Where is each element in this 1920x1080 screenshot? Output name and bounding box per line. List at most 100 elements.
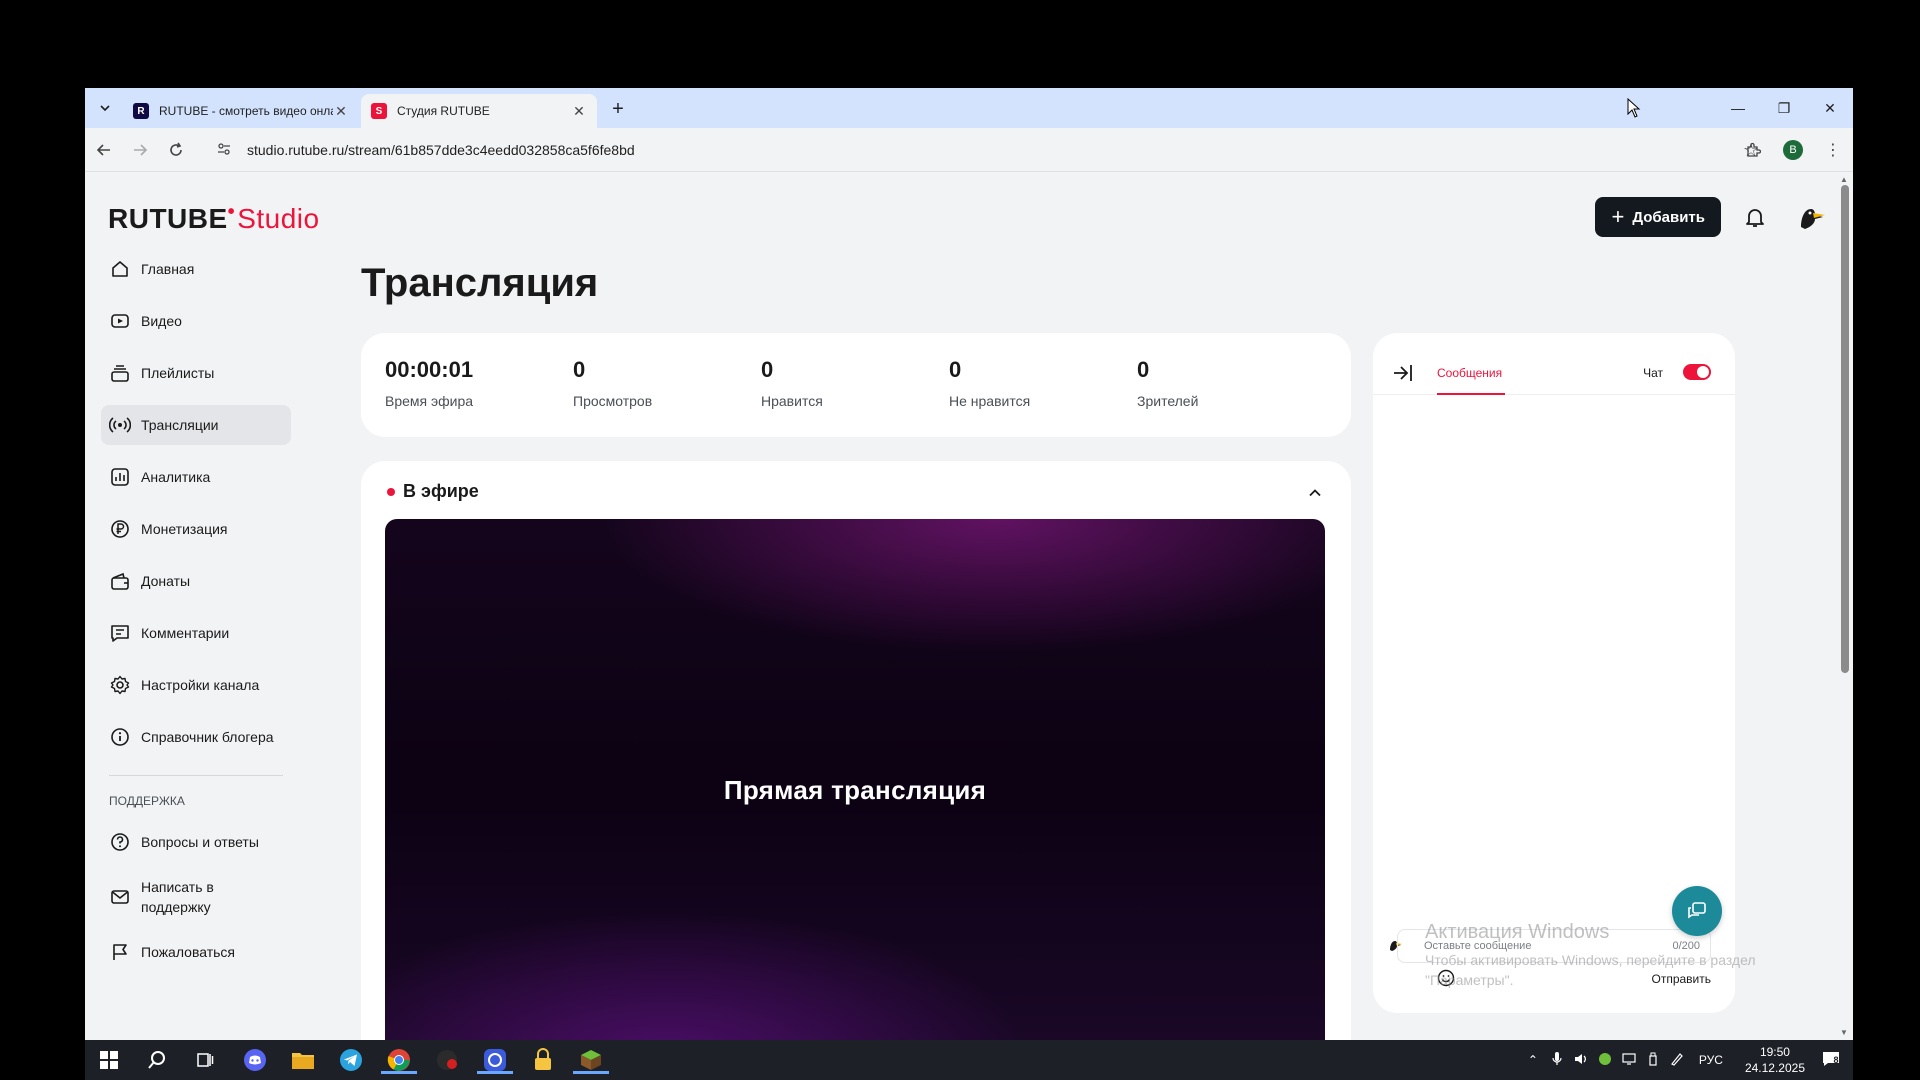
live-header: В эфире	[387, 481, 479, 502]
chrome-icon[interactable]	[381, 1046, 417, 1074]
task-view-icon[interactable]	[191, 1046, 219, 1074]
sidebar-item-contact-support[interactable]: Написать в поддержку	[101, 874, 291, 920]
chat-bubbles-icon	[1688, 902, 1706, 919]
add-button[interactable]: + Добавить	[1595, 197, 1721, 237]
stat-value: 0	[1137, 357, 1150, 382]
chat-footer: Отправить	[1397, 967, 1711, 991]
sidebar-item-channel-settings[interactable]: Настройки канала	[101, 665, 291, 705]
scroll-up-icon[interactable]: ▲	[1839, 175, 1849, 185]
stat-label: Нравится	[761, 393, 823, 409]
info-icon	[109, 726, 131, 748]
tab-studio[interactable]: S Студия RUTUBE ✕	[361, 94, 597, 128]
address-bar[interactable]: studio.rutube.ru/stream/61b857dde3c4eedd…	[205, 133, 1771, 167]
sidebar-item-video[interactable]: Видео	[101, 301, 291, 341]
arrow-right-icon	[134, 143, 148, 156]
app-icon-yellow-lock[interactable]	[529, 1046, 557, 1074]
tray-app-green-icon[interactable]	[1593, 1052, 1617, 1069]
sidebar-item-analytics[interactable]: Аналитика	[101, 457, 291, 497]
clock[interactable]: 19:50 24.12.2025	[1745, 1044, 1805, 1076]
sidebar-item-donations[interactable]: Донаты	[101, 561, 291, 601]
app-icon-blue-b[interactable]	[477, 1046, 513, 1074]
sidebar-item-label: Аналитика	[141, 469, 211, 485]
url-text: studio.rutube.ru/stream/61b857dde3c4eedd…	[247, 142, 635, 158]
sidebar-item-blogger-guide[interactable]: Справочник блогера	[101, 717, 291, 757]
input-language[interactable]: РУС	[1699, 1053, 1723, 1067]
tab-messages[interactable]: Сообщения	[1437, 366, 1502, 380]
chat-input-placeholder: Оставьте сообщение	[1424, 940, 1532, 952]
extensions-icon[interactable]	[1733, 133, 1773, 167]
active-app-indicator	[477, 1071, 513, 1074]
windows-start-icon[interactable]	[95, 1046, 123, 1074]
restore-icon[interactable]: ❐	[1761, 88, 1807, 128]
sidebar-item-playlists[interactable]: Плейлисты	[101, 353, 291, 393]
sidebar-item-label: Написать в поддержку	[141, 879, 214, 915]
menu-dots-icon[interactable]: ⋮	[1813, 133, 1853, 167]
sidebar-item-label: Пожаловаться	[141, 944, 236, 960]
speaker-icon[interactable]	[1569, 1053, 1593, 1068]
sidebar-item-faq[interactable]: Вопросы и ответы	[101, 822, 291, 862]
discord-icon[interactable]	[241, 1046, 269, 1074]
app-icon-dark-red[interactable]	[433, 1046, 461, 1074]
sidebar-item-report[interactable]: Пожаловаться	[101, 932, 291, 972]
emoji-button[interactable]	[1437, 969, 1457, 989]
microphone-icon[interactable]	[1545, 1051, 1569, 1069]
sidebar-item-monetization[interactable]: Монетизация	[101, 509, 291, 549]
sidebar-item-label: Справочник блогера	[141, 729, 274, 745]
question-icon	[109, 831, 131, 853]
scroll-down-icon[interactable]: ▼	[1839, 1028, 1849, 1038]
back-button[interactable]	[87, 133, 121, 167]
browser-window: R RUTUBE - смотреть видео онлайн ✕ S Сту…	[85, 88, 1853, 1040]
search-icon[interactable]	[143, 1046, 171, 1074]
tray-chevron-up-icon[interactable]: ⌃	[1521, 1053, 1545, 1067]
usb-icon[interactable]	[1641, 1052, 1665, 1069]
stream-player[interactable]: Прямая трансляция	[385, 519, 1325, 1040]
close-window-icon[interactable]: ✕	[1807, 88, 1853, 128]
chat-message-input[interactable]: Оставьте сообщение 0/200	[1397, 929, 1711, 963]
page-title: Трансляция	[361, 261, 599, 305]
broadcast-icon	[109, 414, 131, 436]
stat-air-time: 00:00:01 Время эфира	[385, 357, 573, 413]
sidebar-item-home[interactable]: Главная	[101, 249, 291, 289]
floating-action-button[interactable]	[1672, 886, 1722, 936]
channel-avatar[interactable]	[1795, 201, 1827, 233]
sidebar-item-label: Вопросы и ответы	[141, 834, 259, 850]
sidebar-item-label: Монетизация	[141, 521, 228, 537]
forward-button[interactable]	[123, 133, 157, 167]
minecraft-icon[interactable]	[573, 1046, 609, 1074]
hide-chat-button[interactable]	[1391, 361, 1415, 385]
sidebar-item-broadcasts[interactable]: Трансляции	[101, 405, 291, 445]
logo-studio: Studio	[237, 203, 320, 234]
char-counter: 0/200	[1672, 940, 1700, 952]
page-scrollbar[interactable]: ▲ ▼	[1835, 173, 1853, 1040]
file-explorer-icon[interactable]	[289, 1046, 317, 1074]
collapse-button[interactable]	[1303, 481, 1327, 505]
window-controls: — ❐ ✕	[1715, 88, 1853, 128]
telegram-icon[interactable]	[337, 1046, 365, 1074]
video-icon	[109, 310, 131, 332]
tab-title: Студия RUTUBE	[397, 104, 490, 118]
site-info-icon[interactable]	[217, 142, 239, 159]
minimize-icon[interactable]: —	[1715, 88, 1761, 128]
scrollbar-thumb[interactable]	[1841, 185, 1849, 673]
ruble-icon	[109, 518, 131, 540]
new-tab-button[interactable]: +	[605, 96, 631, 122]
close-icon[interactable]: ✕	[333, 103, 349, 120]
tab-search-button[interactable]	[93, 96, 117, 120]
sidebar-item-comments[interactable]: Комментарии	[101, 613, 291, 653]
active-app-indicator	[381, 1071, 417, 1074]
plus-icon: +	[1611, 204, 1625, 229]
profile-avatar[interactable]: B	[1783, 140, 1803, 160]
wallet-icon	[109, 570, 131, 592]
chat-toggle[interactable]	[1683, 364, 1711, 380]
rutube-studio-logo[interactable]: RUTUBE • Studio	[108, 201, 320, 235]
tab-rutube[interactable]: R RUTUBE - смотреть видео онлайн ✕	[123, 94, 359, 128]
reload-button[interactable]	[159, 133, 193, 167]
chevron-up-icon	[1309, 489, 1321, 497]
notifications-button[interactable]	[1735, 197, 1775, 237]
network-icon[interactable]	[1617, 1052, 1641, 1068]
notification-center-button[interactable]: 8	[1817, 1051, 1853, 1070]
stat-label: Просмотров	[573, 393, 653, 409]
send-button[interactable]: Отправить	[1651, 972, 1711, 986]
pen-icon[interactable]	[1665, 1052, 1689, 1069]
close-icon[interactable]: ✕	[571, 103, 587, 120]
